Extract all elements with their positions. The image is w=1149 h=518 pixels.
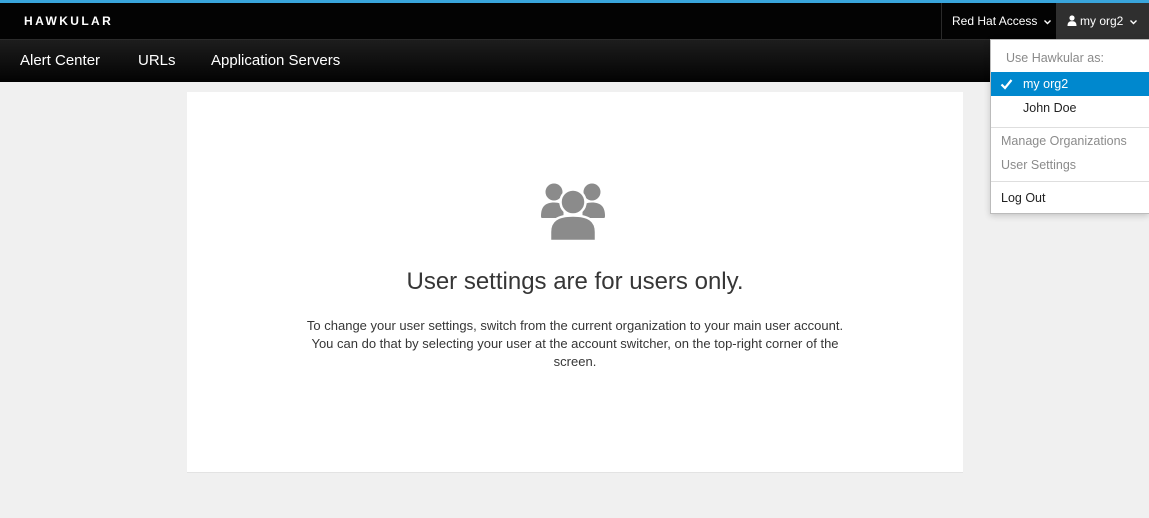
red-hat-access-menu[interactable]: Red Hat Access [941, 3, 1056, 39]
chevron-down-icon [1044, 19, 1052, 25]
dropdown-header: Use Hawkular as: [1006, 51, 1104, 65]
brand-logo[interactable]: HAWKULAR [24, 14, 113, 28]
empty-state-title: User settings are for users only. [406, 268, 744, 295]
checkmark-icon [1000, 79, 1013, 90]
user-icon [1067, 15, 1077, 26]
dropdown-divider [991, 181, 1149, 182]
persona-label: my org2 [1023, 77, 1069, 91]
primary-navigation: Alert Center URLs Application Servers [0, 39, 1149, 82]
account-switcher-label: my org2 [1080, 14, 1124, 28]
empty-state-description: To change your user settings, switch fro… [306, 318, 844, 369]
account-switcher-dropdown: Use Hawkular as: my org2 John Doe Manage… [990, 39, 1149, 214]
user-settings-link[interactable]: User Settings [991, 153, 1149, 177]
persona-option-john-doe[interactable]: John Doe [991, 96, 1149, 120]
chevron-down-icon [1130, 19, 1138, 25]
log-out-link[interactable]: Log Out [991, 186, 1149, 210]
dropdown-divider [991, 127, 1149, 128]
persona-option-my-org2[interactable]: my org2 [991, 72, 1149, 96]
utility-navbar: HAWKULAR Red Hat Access my org2 [0, 3, 1149, 39]
persona-label: John Doe [1023, 101, 1077, 115]
empty-state-card: User settings are for users only. To cha… [187, 92, 963, 473]
red-hat-access-label: Red Hat Access [952, 14, 1038, 28]
users-group-icon [541, 183, 605, 242]
nav-item-urls[interactable]: URLs [138, 40, 176, 82]
manage-organizations-link[interactable]: Manage Organizations [991, 129, 1149, 153]
nav-item-alert-center[interactable]: Alert Center [20, 40, 100, 82]
nav-item-application-servers[interactable]: Application Servers [211, 40, 340, 82]
account-switcher[interactable]: my org2 [1056, 3, 1149, 39]
